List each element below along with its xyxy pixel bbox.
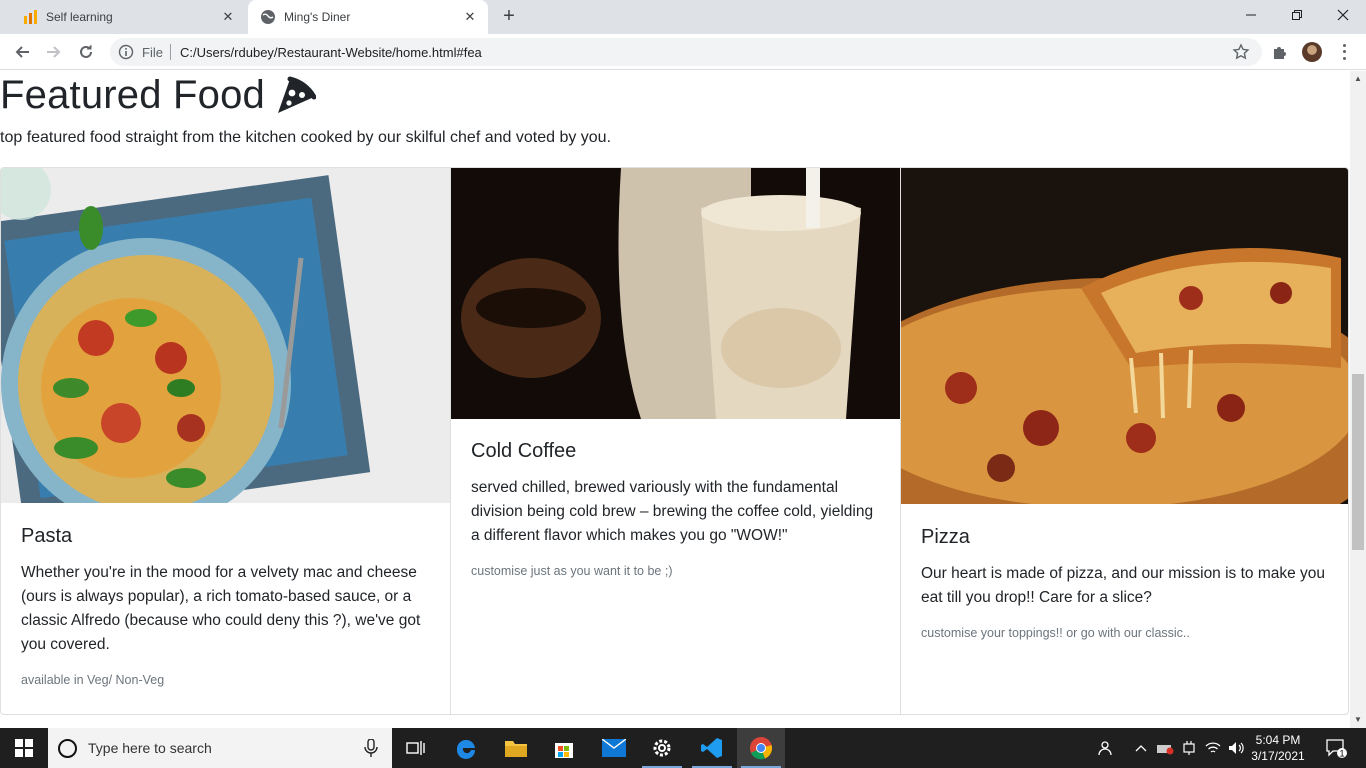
analytics-favicon-icon <box>22 9 38 25</box>
card-title: Cold Coffee <box>471 440 577 462</box>
page-subtitle: top featured food straight from the kitc… <box>0 129 612 146</box>
windows-start-icon[interactable] <box>0 728 48 768</box>
chrome-icon[interactable] <box>737 728 785 768</box>
vscode-icon[interactable] <box>688 728 736 768</box>
restore-icon[interactable] <box>1274 0 1320 30</box>
featured-card-group: Pasta Whether you're in the mood for a v… <box>0 167 1349 715</box>
onedrive-sync-icon[interactable] <box>1154 728 1176 768</box>
card-text: served chilled, brewed variously with th… <box>471 479 874 544</box>
browser-tab-strip: Self learning ✕ Ming's Diner ✕ + <box>0 0 1366 34</box>
scroll-down-icon[interactable]: ▼ <box>1350 712 1366 728</box>
tab-mings-diner[interactable]: Ming's Diner ✕ <box>248 0 488 34</box>
new-tab-icon[interactable]: + <box>498 6 520 28</box>
address-bar[interactable]: File C:/Users/rdubey/Restaurant-Website/… <box>110 38 1262 66</box>
tab-label: Ming's Diner <box>284 10 351 24</box>
close-window-icon[interactable] <box>1320 0 1366 30</box>
pasta-photo <box>1 168 450 503</box>
pizza-slice-icon <box>272 75 317 117</box>
tab-self-learning[interactable]: Self learning ✕ <box>8 0 246 34</box>
tab-close-icon[interactable]: ✕ <box>220 9 236 25</box>
card-text: Whether you're in the mood for a velvety… <box>21 564 421 653</box>
file-explorer-icon[interactable] <box>492 728 540 768</box>
scrollbar-thumb[interactable] <box>1352 374 1364 550</box>
taskbar-search-box[interactable]: Type here to search <box>48 728 392 768</box>
tab-label: Self learning <box>46 10 113 24</box>
people-icon[interactable] <box>1094 728 1116 768</box>
cortana-circle-icon <box>58 739 77 758</box>
reload-icon[interactable] <box>74 40 98 64</box>
search-placeholder: Type here to search <box>88 740 212 756</box>
card-note: available in Veg/ Non-Veg <box>21 673 165 687</box>
extensions-puzzle-icon[interactable] <box>1270 42 1290 62</box>
card-title: Pasta <box>21 525 73 547</box>
card-title: Pizza <box>921 526 970 548</box>
card-pasta: Pasta Whether you're in the mood for a v… <box>1 168 450 714</box>
clock-date: 3/17/2021 <box>1251 749 1305 763</box>
back-icon[interactable] <box>10 40 34 64</box>
card-text: Our heart is made of pizza, and our miss… <box>921 565 1326 606</box>
profile-avatar[interactable] <box>1302 42 1322 62</box>
power-plug-icon[interactable] <box>1178 728 1200 768</box>
pizza-photo <box>901 168 1348 504</box>
task-view-icon[interactable] <box>392 728 440 768</box>
volume-icon[interactable] <box>1226 728 1248 768</box>
globe-favicon-icon <box>260 9 276 25</box>
forward-icon[interactable] <box>42 40 66 64</box>
edge-browser-icon[interactable] <box>442 728 490 768</box>
scroll-up-icon[interactable]: ▲ <box>1350 71 1366 87</box>
notification-count: 1 <box>1339 749 1344 759</box>
card-cold-coffee: Cold Coffee served chilled, brewed vario… <box>450 168 900 714</box>
minimize-icon[interactable] <box>1228 0 1274 30</box>
clock-time: 5:04 PM <box>1255 733 1301 747</box>
page-scrollbar[interactable]: ▲ ▼ <box>1350 71 1366 728</box>
card-pizza: Pizza Our heart is made of pizza, and ou… <box>900 168 1348 714</box>
cold-coffee-photo <box>451 168 900 419</box>
chrome-menu-icon[interactable] <box>1336 42 1352 62</box>
info-icon[interactable] <box>118 44 134 60</box>
scheme-label: File <box>142 45 163 60</box>
settings-gear-icon[interactable] <box>638 728 686 768</box>
url-text[interactable]: C:/Users/rdubey/Restaurant-Website/home.… <box>180 45 482 60</box>
card-note: customise just as you want it to be ;) <box>471 564 673 578</box>
bookmark-star-icon[interactable] <box>1232 43 1250 61</box>
page-viewport: Featured Food top featured food straight… <box>0 71 1350 728</box>
action-center-icon[interactable]: 1 <box>1318 728 1354 768</box>
omnibox-divider <box>170 44 171 60</box>
page-title: Featured Food <box>0 73 265 117</box>
wifi-icon[interactable] <box>1202 728 1224 768</box>
chevron-up-icon[interactable] <box>1132 728 1150 768</box>
microphone-icon[interactable] <box>364 738 378 757</box>
mail-icon[interactable] <box>590 728 638 768</box>
card-note: customise your toppings!! or go with our… <box>921 626 1190 640</box>
browser-toolbar: File C:/Users/rdubey/Restaurant-Website/… <box>0 34 1366 70</box>
taskbar-clock[interactable]: 5:04 PM 3/17/2021 <box>1248 732 1308 764</box>
tab-close-icon[interactable]: ✕ <box>462 9 478 25</box>
microsoft-store-icon[interactable] <box>540 728 588 768</box>
windows-taskbar: Type here to search 5:04 PM 3/17/2021 1 <box>0 728 1366 768</box>
